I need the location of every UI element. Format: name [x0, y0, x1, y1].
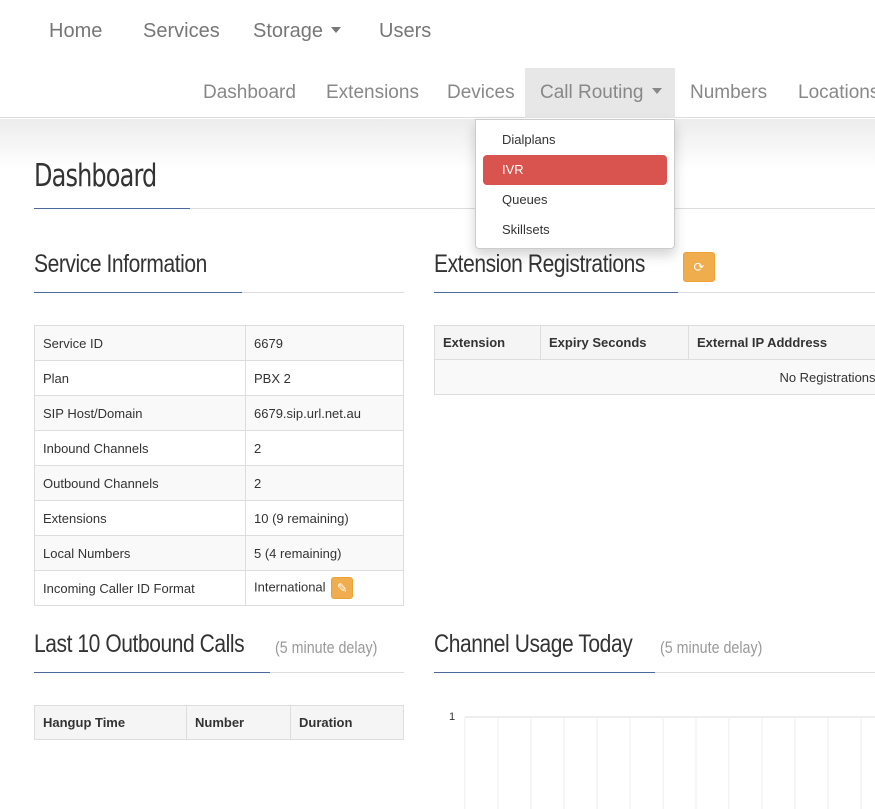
pencil-icon: ✎: [336, 580, 348, 596]
sub-nav: Dashboard Extensions Devices Call Routin…: [0, 68, 875, 118]
table-header-row: Extension Expiry Seconds External IP Add…: [434, 325, 875, 360]
table-row: Outbound Channels 2: [34, 465, 404, 501]
call-routing-dropdown: Dialplans IVR Queues Skillsets: [475, 119, 675, 249]
channel-usage-underline: [434, 672, 655, 673]
column-header-number[interactable]: Number: [186, 705, 291, 740]
title-underline: [34, 208, 190, 209]
table-row: Plan PBX 2: [34, 360, 404, 396]
outbound-calls-title: Last 10 Outbound Calls: [34, 630, 245, 658]
nav-home[interactable]: Home: [49, 20, 102, 43]
outbound-delay-note: (5 minute delay): [275, 638, 378, 657]
subnav-dashboard[interactable]: Dashboard: [188, 68, 311, 118]
row-value: International ✎: [245, 570, 404, 606]
service-info-table: Service ID 6679 Plan PBX 2 SIP Host/Doma…: [34, 325, 404, 606]
column-header-hangup-time[interactable]: Hangup Time: [34, 705, 187, 740]
subnav-call-routing-label: Call Routing: [540, 82, 644, 103]
table-header-row: Hangup Time Number Duration: [34, 705, 404, 740]
column-header-external-ip[interactable]: External IP Adddress: [688, 325, 875, 360]
chevron-down-icon: [331, 27, 342, 34]
chevron-down-icon: [651, 88, 662, 95]
service-info-title: Service Information: [34, 250, 207, 278]
row-key: Service ID: [34, 325, 246, 361]
nav-storage[interactable]: Storage: [253, 20, 342, 43]
channel-usage-chart: 1: [434, 705, 875, 809]
subnav-locations[interactable]: Locations: [783, 68, 875, 118]
service-info-underline: [34, 292, 242, 293]
subnav-call-routing[interactable]: Call Routing: [525, 68, 675, 118]
row-key: Extensions: [34, 500, 246, 536]
row-key: Local Numbers: [34, 535, 246, 571]
nav-users[interactable]: Users: [379, 20, 431, 43]
dropdown-item-queues[interactable]: Queues: [483, 185, 667, 215]
dropdown-item-ivr[interactable]: IVR: [483, 155, 667, 185]
empty-registrations: No Registrations: [434, 359, 875, 395]
subnav-devices[interactable]: Devices: [432, 68, 530, 118]
row-key: Plan: [34, 360, 246, 396]
column-header-duration[interactable]: Duration: [290, 705, 404, 740]
chart-svg: 1: [449, 711, 875, 809]
subnav-numbers[interactable]: Numbers: [675, 68, 782, 118]
edit-caller-id-button[interactable]: ✎: [331, 577, 354, 599]
table-row: Service ID 6679: [34, 325, 404, 361]
outbound-underline: [34, 672, 270, 673]
table-row: SIP Host/Domain 6679.sip.url.net.au: [34, 395, 404, 431]
row-value: 6679.sip.url.net.au: [245, 395, 404, 431]
column-header-expiry[interactable]: Expiry Seconds: [540, 325, 689, 360]
table-row: Local Numbers 5 (4 remaining): [34, 535, 404, 571]
table-row: No Registrations: [434, 359, 875, 395]
nav-storage-label: Storage: [253, 20, 324, 42]
row-key: Incoming Caller ID Format: [34, 570, 246, 606]
channel-usage-title: Channel Usage Today: [434, 630, 633, 658]
row-value: 2: [245, 465, 404, 501]
table-row: Incoming Caller ID Format International …: [34, 570, 404, 606]
refresh-icon: ⟳: [693, 259, 705, 275]
registrations-underline: [434, 292, 678, 293]
row-key: Inbound Channels: [34, 430, 246, 466]
table-row: Inbound Channels 2: [34, 430, 404, 466]
registrations-table: Extension Expiry Seconds External IP Add…: [434, 325, 875, 395]
row-key: SIP Host/Domain: [34, 395, 246, 431]
row-value: 2: [245, 430, 404, 466]
row-value: PBX 2: [245, 360, 404, 396]
row-value: 10 (9 remaining): [245, 500, 404, 536]
column-header-extension[interactable]: Extension: [434, 325, 541, 360]
row-value: 5 (4 remaining): [245, 535, 404, 571]
table-row: Extensions 10 (9 remaining): [34, 500, 404, 536]
caller-id-format-value: International: [254, 579, 326, 595]
refresh-registrations-button[interactable]: ⟳: [683, 252, 715, 282]
outbound-calls-table: Hangup Time Number Duration: [34, 705, 404, 740]
row-value: 6679: [245, 325, 404, 361]
registrations-title: Extension Registrations: [434, 250, 645, 278]
channel-usage-delay-note: (5 minute delay): [660, 638, 763, 657]
nav-services[interactable]: Services: [143, 20, 220, 43]
y-tick-label: 1: [449, 711, 455, 723]
row-key: Outbound Channels: [34, 465, 246, 501]
main-nav: Home Services Storage Users: [0, 0, 875, 64]
page-title: Dashboard: [34, 158, 157, 194]
subnav-extensions[interactable]: Extensions: [311, 68, 434, 118]
dropdown-item-dialplans[interactable]: Dialplans: [483, 125, 667, 155]
dropdown-item-skillsets[interactable]: Skillsets: [483, 215, 667, 245]
